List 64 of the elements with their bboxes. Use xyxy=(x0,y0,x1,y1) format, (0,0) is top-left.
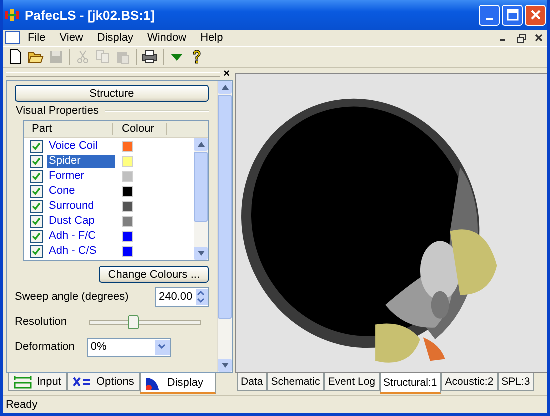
column-header[interactable]: Part xyxy=(24,123,113,135)
list-item[interactable]: Dust Cap xyxy=(47,215,115,228)
column-header[interactable]: Colour xyxy=(113,123,167,135)
maximize-button[interactable] xyxy=(502,4,523,26)
tab[interactable]: Options xyxy=(67,373,140,391)
list-item[interactable]: Voice Coil xyxy=(47,140,115,153)
checkbox[interactable] xyxy=(30,140,43,153)
checkbox[interactable] xyxy=(30,230,43,243)
status-text: Ready xyxy=(6,398,38,410)
down-arrow-icon[interactable] xyxy=(222,363,228,368)
field-label: Sweep angle (degrees) xyxy=(15,291,129,303)
structure-button[interactable]: Structure xyxy=(15,85,209,102)
close-icon xyxy=(530,9,542,21)
checkbox[interactable] xyxy=(30,170,43,183)
change-colours-button[interactable]: Change Colours ... xyxy=(99,266,209,283)
menu-item[interactable]: File xyxy=(21,32,53,44)
close-icon xyxy=(535,34,543,42)
up-arrow-icon[interactable] xyxy=(222,85,228,90)
tab[interactable]: Event Log xyxy=(324,373,380,391)
list-item[interactable]: Former xyxy=(47,170,115,183)
field-label: Deformation xyxy=(15,341,75,353)
app-icon xyxy=(4,7,20,23)
dropdown[interactable]: 0% xyxy=(86,338,171,356)
checkbox[interactable] xyxy=(30,215,43,228)
menu-item[interactable]: Window xyxy=(140,32,194,44)
checkbox[interactable] xyxy=(30,245,43,258)
ruler-icon xyxy=(14,374,32,388)
restore-icon xyxy=(516,34,526,42)
menu-item[interactable]: Display xyxy=(90,32,140,44)
group-title: Visual Properties xyxy=(16,105,99,117)
checkbox[interactable] xyxy=(30,185,43,198)
tab[interactable]: Data xyxy=(237,373,268,391)
tab[interactable]: Input xyxy=(8,373,68,391)
down-arrow-icon[interactable] xyxy=(198,251,204,256)
up-arrow-icon[interactable] xyxy=(198,142,204,147)
slider-thumb[interactable] xyxy=(128,314,139,328)
checkbox[interactable] xyxy=(30,200,43,213)
list-item[interactable]: Adh - C/S xyxy=(47,245,115,258)
document-icon[interactable] xyxy=(5,31,21,45)
spin-arrows-icon[interactable] xyxy=(196,289,206,305)
checkbox[interactable] xyxy=(30,155,43,168)
window-title: PafecLS - [jk02.BS:1] xyxy=(25,8,156,22)
tab[interactable]: Acoustic:2 xyxy=(441,373,498,391)
equation-icon xyxy=(73,374,92,388)
scrollbar[interactable] xyxy=(194,138,208,260)
chevron-down-icon[interactable] xyxy=(157,343,168,351)
tab[interactable]: SPL:3 xyxy=(498,373,534,391)
tab[interactable]: Display xyxy=(140,373,216,394)
minimize-button[interactable] xyxy=(479,4,500,26)
maximize-icon xyxy=(506,9,518,21)
tab[interactable]: Structural:1 xyxy=(380,373,442,394)
list-item[interactable]: Spider xyxy=(47,155,115,168)
field-label: Resolution xyxy=(15,316,67,328)
scrollbar[interactable] xyxy=(217,81,232,372)
print-icon[interactable] xyxy=(140,48,160,66)
tab[interactable]: Schematic xyxy=(267,373,324,391)
minimize-icon xyxy=(486,18,493,20)
list-item[interactable]: Cone xyxy=(47,185,115,198)
spin-box[interactable]: 240.00 xyxy=(155,287,209,307)
menu-item[interactable]: View xyxy=(52,32,90,44)
close-button[interactable]: × xyxy=(224,69,230,79)
menu-item[interactable]: Help xyxy=(194,32,230,44)
list-item[interactable]: Adh - F/C xyxy=(47,230,115,243)
list-item[interactable]: Surround xyxy=(47,200,115,213)
